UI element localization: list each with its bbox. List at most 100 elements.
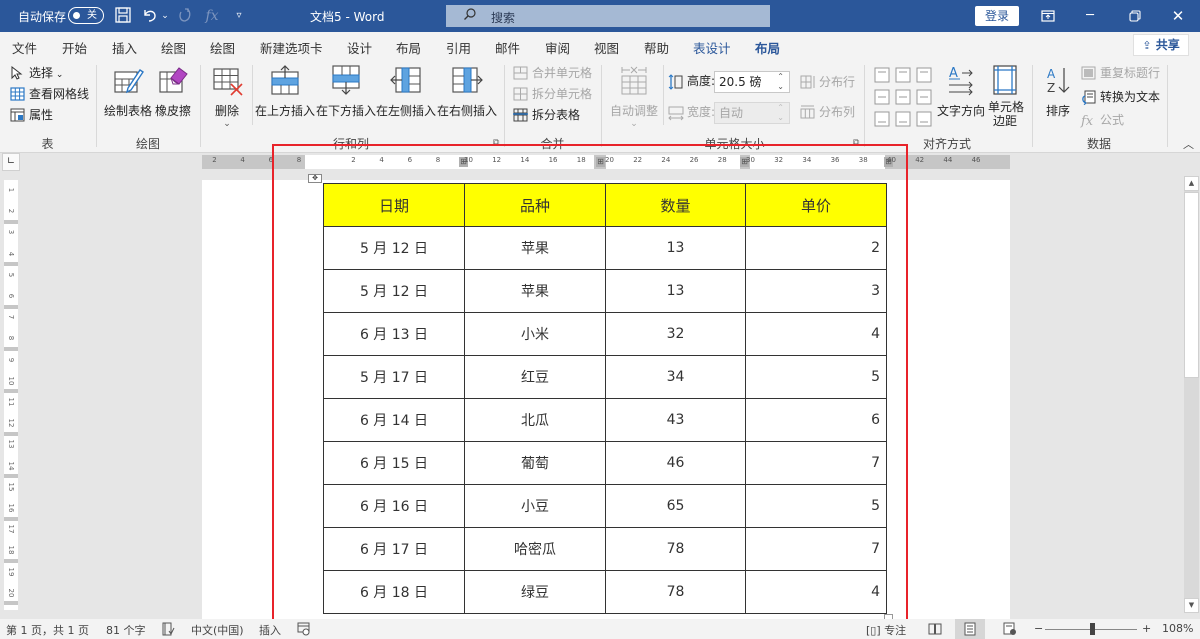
ribbon-display-options-icon[interactable] — [1038, 6, 1058, 26]
cell-date[interactable]: 5 月 12 日 — [323, 269, 465, 313]
tab-table-layout[interactable]: 布局 — [755, 38, 781, 63]
align-bottom-left-icon[interactable] — [874, 111, 890, 127]
align-bottom-right-icon[interactable] — [916, 111, 932, 127]
web-layout-icon[interactable] — [995, 619, 1025, 639]
search-box[interactable]: 搜索 — [446, 5, 770, 27]
cell-quantity[interactable]: 13 — [605, 226, 746, 270]
ruler-row-marker[interactable] — [4, 347, 18, 351]
convert-to-text-button[interactable]: 转换为文本 — [1081, 88, 1160, 106]
insert-mode[interactable]: 插入 — [259, 622, 281, 638]
cell-unit-price[interactable]: 6 — [745, 398, 887, 442]
cell-unit-price[interactable]: 2 — [745, 226, 887, 270]
align-bottom-center-icon[interactable] — [895, 111, 911, 127]
zoom-in-button[interactable]: + — [1142, 622, 1151, 635]
header-quantity[interactable]: 数量 — [605, 183, 746, 227]
tab-selector[interactable]: ∟ — [2, 153, 20, 171]
page-info[interactable]: 第 1 页，共 1 页 — [6, 622, 89, 638]
ruler-row-marker[interactable] — [4, 262, 18, 267]
tab-design[interactable]: 设计 — [347, 38, 372, 57]
table-move-handle[interactable]: ✥ — [308, 174, 322, 183]
cell-date[interactable]: 5 月 17 日 — [323, 355, 465, 399]
proofing-icon[interactable] — [161, 622, 175, 636]
spinner-arrows[interactable]: ⌃ ⌄ — [777, 72, 784, 92]
cell-margins-button[interactable]: 单元格 边距 — [988, 64, 1024, 128]
tab-draw-2[interactable]: 绘图 — [210, 38, 235, 57]
ruler-row-marker[interactable] — [4, 474, 18, 479]
zoom-slider-thumb[interactable] — [1089, 623, 1095, 635]
align-top-right-icon[interactable] — [916, 67, 932, 83]
tab-new-tab[interactable]: 新建选项卡 — [260, 38, 323, 57]
cell-date[interactable]: 6 月 18 日 — [323, 570, 465, 614]
zoom-out-button[interactable]: − — [1034, 622, 1043, 635]
align-center-right-icon[interactable] — [916, 89, 932, 105]
dialog-launcher-icon[interactable]: ⧉ — [853, 138, 859, 148]
view-gridlines-button[interactable]: 查看网格线 — [10, 85, 89, 103]
align-center-left-icon[interactable] — [874, 89, 890, 105]
tab-layout[interactable]: 布局 — [396, 38, 421, 57]
tab-draw[interactable]: 绘图 — [161, 38, 186, 57]
undo-dropdown-icon[interactable]: ⌄ — [160, 6, 170, 26]
scroll-up-icon[interactable]: ▲ — [1184, 176, 1199, 191]
cell-variety[interactable]: 苹果 — [464, 269, 606, 313]
cell-variety[interactable]: 北瓜 — [464, 398, 606, 442]
print-layout-icon[interactable] — [955, 619, 985, 639]
header-date[interactable]: 日期 — [323, 183, 465, 227]
cell-variety[interactable]: 哈密瓜 — [464, 527, 606, 571]
scroll-down-icon[interactable]: ▼ — [1184, 598, 1199, 613]
login-button[interactable]: 登录 — [975, 6, 1019, 26]
cell-unit-price[interactable]: 7 — [745, 527, 887, 571]
tab-help[interactable]: 帮助 — [644, 38, 669, 57]
cell-variety[interactable]: 苹果 — [464, 226, 606, 270]
ruler-row-marker[interactable] — [4, 389, 18, 394]
minimize-icon[interactable]: ─ — [1080, 6, 1100, 26]
cell-quantity[interactable]: 46 — [605, 441, 746, 485]
word-count[interactable]: 81 个字 — [106, 622, 146, 638]
ruler-row-marker[interactable] — [4, 219, 18, 224]
select-button[interactable]: 选择 ⌄ — [10, 64, 63, 82]
ruler-row-marker[interactable] — [4, 559, 18, 563]
cell-quantity[interactable]: 78 — [605, 570, 746, 614]
cell-quantity[interactable]: 65 — [605, 484, 746, 528]
tab-mailings[interactable]: 邮件 — [495, 38, 520, 57]
insert-right-button[interactable]: 在右侧插入 — [437, 64, 497, 119]
tab-insert[interactable]: 插入 — [112, 38, 137, 57]
zoom-level[interactable]: 108% — [1162, 622, 1193, 635]
ruler-row-marker[interactable] — [4, 304, 18, 309]
tab-table-design[interactable]: 表设计 — [693, 38, 731, 57]
vertical-scrollbar[interactable]: ▲ ▼ — [1184, 176, 1199, 613]
insert-left-button[interactable]: 在左侧插入 — [376, 64, 436, 119]
ruler-row-marker[interactable] — [4, 431, 18, 436]
customize-toolbar-icon[interactable]: ▿ — [232, 6, 246, 26]
cell-unit-price[interactable]: 5 — [745, 484, 887, 528]
insert-below-button[interactable]: 在下方插入 — [316, 64, 376, 119]
tab-review[interactable]: 审阅 — [545, 38, 570, 57]
tab-references[interactable]: 引用 — [446, 38, 471, 57]
cell-unit-price[interactable]: 7 — [745, 441, 887, 485]
cell-variety[interactable]: 绿豆 — [464, 570, 606, 614]
cell-date[interactable]: 6 月 17 日 — [323, 527, 465, 571]
properties-button[interactable]: 属性 — [10, 106, 53, 124]
tab-home[interactable]: 开始 — [62, 38, 87, 57]
cell-quantity[interactable]: 32 — [605, 312, 746, 356]
align-center-icon[interactable] — [895, 89, 911, 105]
scrollbar-thumb[interactable] — [1184, 192, 1199, 378]
focus-mode-button[interactable]: [▯] 专注 — [866, 622, 906, 638]
cell-date[interactable]: 6 月 13 日 — [323, 312, 465, 356]
header-unit-price[interactable]: 单价 — [745, 183, 887, 227]
cell-date[interactable]: 6 月 14 日 — [323, 398, 465, 442]
ruler-row-marker[interactable] — [4, 516, 18, 521]
cell-unit-price[interactable]: 5 — [745, 355, 887, 399]
language[interactable]: 中文(中国) — [191, 622, 244, 638]
cell-date[interactable]: 6 月 16 日 — [323, 484, 465, 528]
autosave-toggle[interactable]: 关 — [68, 7, 104, 24]
row-height-input[interactable]: 20.5 磅 ⌃ ⌄ — [714, 71, 790, 93]
vertical-ruler[interactable]: 1 2 3 4 5 6 7 8 9 10 11 12 13 14 15 16 17 18 19 20 — [4, 180, 18, 610]
cell-date[interactable]: 6 月 15 日 — [323, 441, 465, 485]
split-table-button[interactable]: 拆分表格 — [513, 106, 580, 124]
cell-quantity[interactable]: 13 — [605, 269, 746, 313]
cell-variety[interactable]: 红豆 — [464, 355, 606, 399]
align-top-center-icon[interactable] — [895, 67, 911, 83]
cell-date[interactable]: 5 月 12 日 — [323, 226, 465, 270]
cell-quantity[interactable]: 43 — [605, 398, 746, 442]
ruler-row-marker[interactable] — [4, 601, 18, 606]
